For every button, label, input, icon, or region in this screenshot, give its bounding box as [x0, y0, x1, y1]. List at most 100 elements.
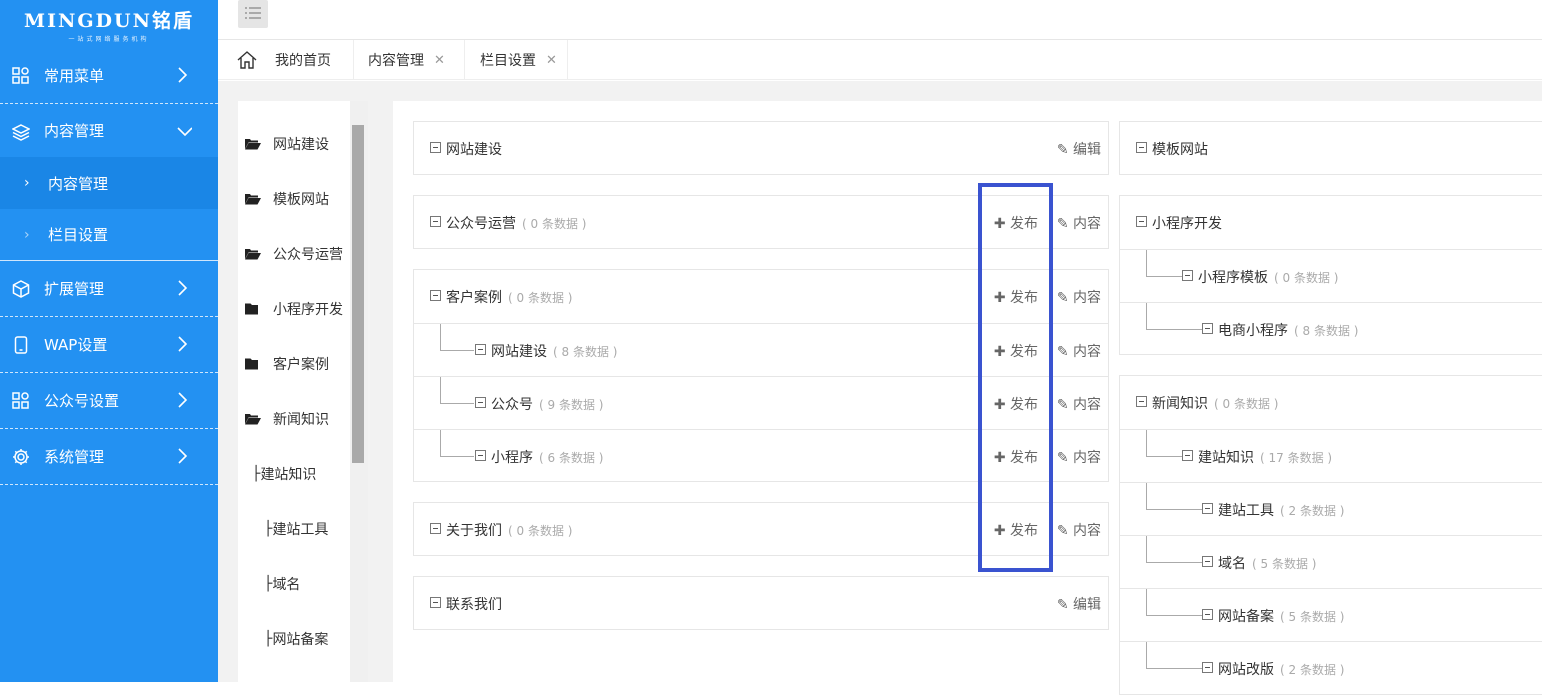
chevron-right-icon: [178, 336, 188, 352]
close-icon[interactable]: ✕: [546, 53, 557, 68]
tree-connector: [1146, 250, 1182, 277]
content-label: 内容: [1073, 523, 1101, 539]
tree-node[interactable]: ├ 域名: [264, 574, 300, 594]
tree-node[interactable]: 网站建设: [245, 134, 329, 154]
tree-node-label: 客户案例: [273, 357, 329, 373]
tree-connector: [1146, 536, 1202, 563]
tree-node[interactable]: 客户案例: [245, 354, 329, 374]
record-count: ( 8 条数据 ): [1294, 324, 1359, 338]
tree-node-label: 公众号运营: [273, 247, 343, 263]
highlight-box: [978, 183, 1053, 572]
column-name: 网站改版 ( 2 条数据 ): [1218, 659, 1344, 679]
submenu-column-settings[interactable]: › 栏目设置: [0, 209, 218, 261]
close-icon[interactable]: ✕: [434, 53, 445, 68]
record-count: ( 0 条数据 ): [508, 291, 573, 305]
tree-connector: [1146, 589, 1202, 616]
record-count: ( 0 条数据 ): [1274, 271, 1339, 285]
grid-icon: [12, 67, 29, 84]
grid-icon: [12, 392, 29, 409]
collapse-toggle[interactable]: [1182, 270, 1193, 281]
tree-branch-glyph: ├: [252, 466, 261, 482]
tree-node-label: 模板网站: [273, 192, 329, 208]
column-name: 小程序 ( 6 条数据 ): [491, 447, 603, 467]
tree-node-label: 域名: [272, 577, 301, 593]
content-label: 内容: [1073, 344, 1101, 360]
column-name: 电商小程序 ( 8 条数据 ): [1218, 320, 1358, 340]
folder-open-icon: [245, 414, 261, 425]
column-name: 小程序开发: [1152, 216, 1222, 232]
menu-common-label: 常用菜单: [44, 67, 105, 85]
collapse-toggle[interactable]: [430, 216, 441, 227]
collapse-toggle[interactable]: [1136, 396, 1147, 407]
column-name-text: 建站工具: [1218, 503, 1274, 519]
column-row: 联系我们 ✎ 编辑: [414, 577, 1108, 630]
collapse-toggle[interactable]: [1202, 503, 1213, 514]
column-row: 域名 ( 5 条数据 ): [1120, 535, 1542, 588]
tree-node-label: 新闻知识: [273, 412, 329, 428]
collapse-toggle[interactable]: [1136, 142, 1147, 153]
menu-content[interactable]: 内容管理: [0, 104, 218, 157]
tree-node[interactable]: 公众号运营: [245, 244, 343, 264]
collapse-toggle[interactable]: [430, 290, 441, 301]
content-button[interactable]: ✎ 内容: [1057, 394, 1101, 414]
content-button[interactable]: ✎ 内容: [1057, 447, 1101, 467]
column-name: 客户案例 ( 0 条数据 ): [446, 287, 572, 307]
top-bar: [218, 0, 1542, 40]
submenu-content-manage[interactable]: › 内容管理: [0, 157, 218, 209]
menu-wap[interactable]: WAP设置: [0, 317, 218, 373]
tab-column-settings[interactable]: 栏目设置 ✕: [465, 40, 568, 80]
collapse-toggle[interactable]: [1202, 662, 1213, 673]
tree-node[interactable]: ├ 建站知识: [252, 464, 316, 484]
edit-icon: ✎: [1056, 290, 1069, 306]
menu-system[interactable]: 系统管理: [0, 429, 218, 485]
collapse-toggle[interactable]: [475, 450, 486, 461]
tree-node[interactable]: 小程序开发: [245, 299, 343, 319]
menu-extension[interactable]: 扩展管理: [0, 261, 218, 317]
folder-icon: [245, 303, 258, 315]
tree-node[interactable]: ├ 建站工具: [264, 519, 328, 539]
tab-bar: 我的首页 内容管理 ✕ 栏目设置 ✕: [218, 40, 1542, 80]
content-button[interactable]: ✎ 内容: [1057, 520, 1101, 540]
folder-open-icon: [245, 249, 261, 260]
tree-node[interactable]: 新闻知识: [245, 409, 329, 429]
edit-button[interactable]: ✎ 编辑: [1057, 139, 1101, 159]
edit-icon: ✎: [1056, 397, 1069, 413]
tree-node[interactable]: 模板网站: [245, 189, 329, 209]
content-button[interactable]: ✎ 内容: [1057, 341, 1101, 361]
collapse-toggle[interactable]: [430, 142, 441, 153]
home-icon: [237, 51, 257, 69]
edit-icon: ✎: [1056, 450, 1069, 466]
chevron-right-icon: [178, 448, 188, 464]
tab-home[interactable]: 我的首页: [218, 40, 354, 80]
column-name: 新闻知识 ( 0 条数据 ): [1152, 393, 1278, 413]
collapse-toggle[interactable]: [1182, 450, 1193, 461]
collapse-toggle[interactable]: [430, 597, 441, 608]
collapse-toggle[interactable]: [475, 344, 486, 355]
edit-label: 编辑: [1073, 142, 1101, 158]
edit-button[interactable]: ✎ 编辑: [1057, 594, 1101, 614]
collapse-toggle[interactable]: [1202, 609, 1213, 620]
tree-scrollbar-thumb[interactable]: [352, 125, 364, 463]
column-name: 网站备案 ( 5 条数据 ): [1218, 606, 1344, 626]
collapse-toggle[interactable]: [430, 523, 441, 534]
record-count: ( 5 条数据 ): [1252, 557, 1317, 571]
tree-connector: [1146, 430, 1182, 457]
column-row: 小程序开发: [1120, 196, 1542, 249]
collapse-toggle[interactable]: [1136, 216, 1147, 227]
content-button[interactable]: ✎ 内容: [1057, 213, 1101, 233]
column-name: 建站知识 ( 17 条数据 ): [1198, 447, 1332, 467]
collapse-toggle[interactable]: [475, 397, 486, 408]
tab-content-manage[interactable]: 内容管理 ✕: [354, 40, 465, 80]
menu-system-label: 系统管理: [44, 448, 105, 466]
menu-toggle-button[interactable]: [238, 0, 268, 28]
collapse-toggle[interactable]: [1202, 556, 1213, 567]
edit-icon: ✎: [1056, 597, 1069, 613]
tree-connector: [440, 430, 474, 457]
tree-node[interactable]: ├ 网站备案: [264, 629, 328, 649]
tree-connector: [440, 324, 474, 351]
content-button[interactable]: ✎ 内容: [1057, 287, 1101, 307]
collapse-toggle[interactable]: [1202, 323, 1213, 334]
layers-icon: [12, 124, 30, 141]
menu-wechat[interactable]: 公众号设置: [0, 373, 218, 429]
menu-common[interactable]: 常用菜单: [0, 48, 218, 104]
